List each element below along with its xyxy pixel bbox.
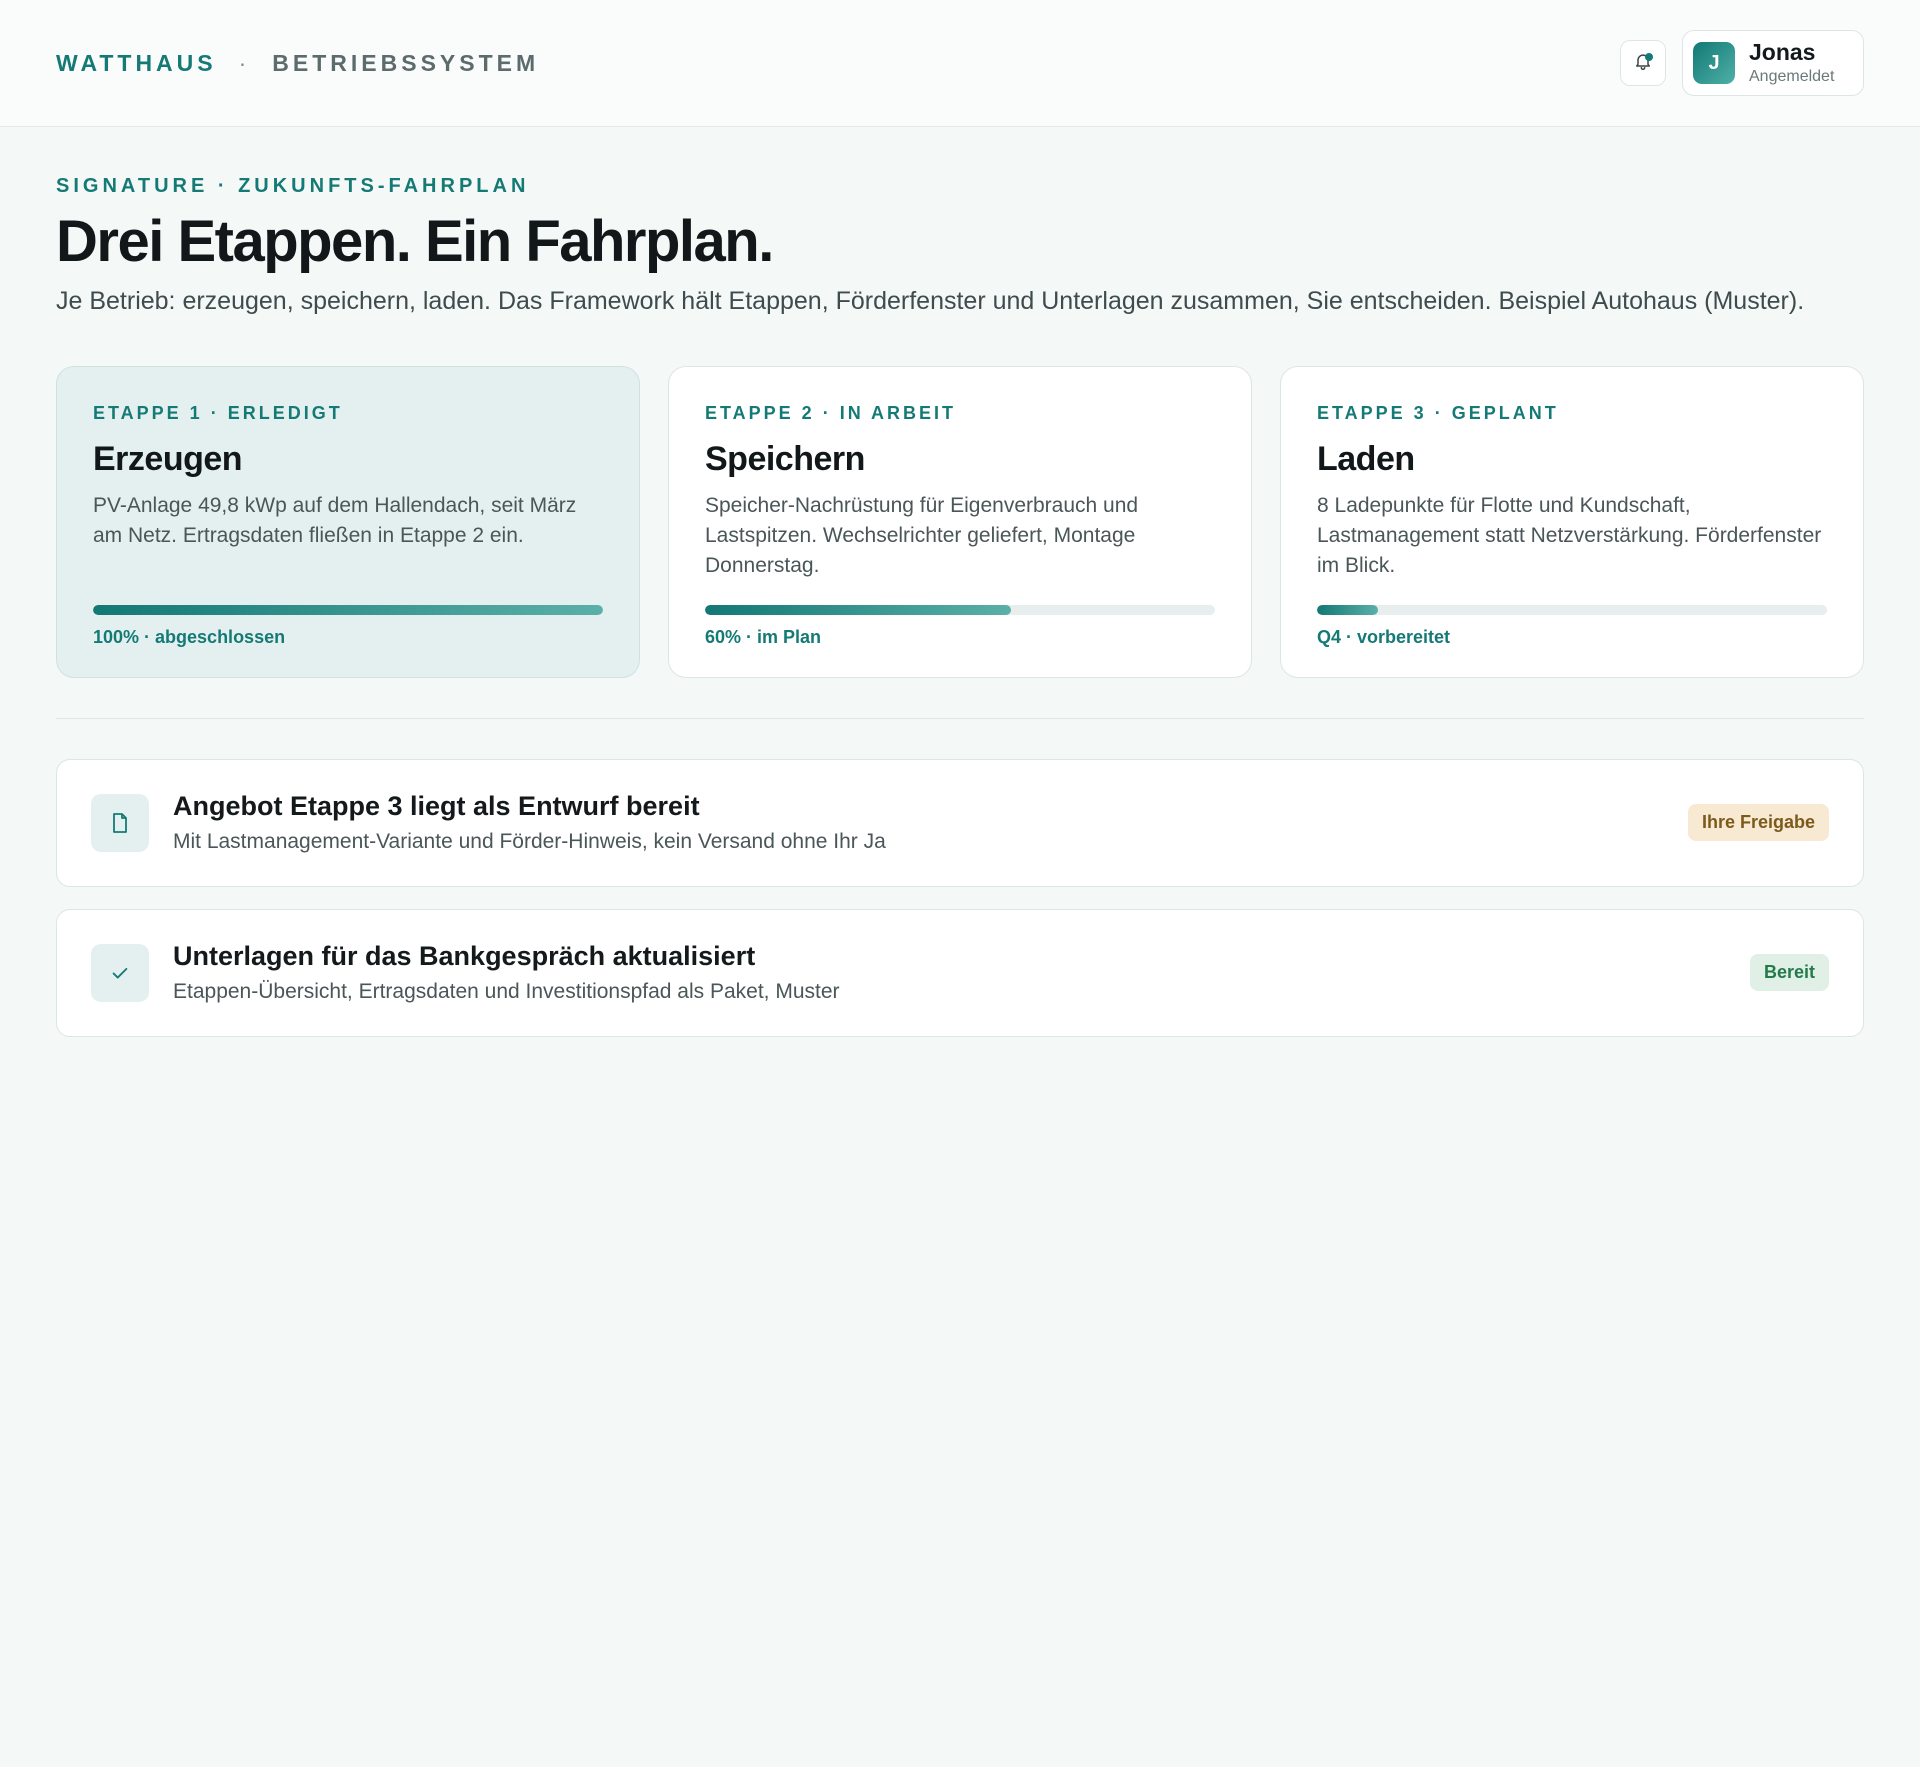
stage-description: 8 Ladepunkte für Flotte und Kundschaft, …	[1317, 493, 1822, 577]
document-icon	[91, 793, 149, 852]
status-badge: Bereit	[1749, 954, 1829, 992]
status-badge: Ihre Freigabe	[1687, 804, 1829, 842]
stage-progress-fill	[93, 604, 603, 615]
user-status: Angemeldet	[1749, 67, 1835, 85]
notification-dot	[1645, 53, 1653, 61]
stage-description: PV-Anlage 49,8 kWp auf dem Hallendach, s…	[93, 493, 577, 547]
stage-progress-label: Q4 · vorbereitet	[1317, 626, 1451, 647]
stage-progress-label: 100% · abgeschlossen	[93, 626, 286, 647]
page-title: Drei Etappen. Ein Fahrplan.	[56, 209, 774, 274]
stage-tag: ETAPPE 1 · ERLEDIGT	[93, 402, 343, 423]
stage-progress-fill	[1317, 604, 1379, 615]
task-subtitle: Mit Lastmanagement-Variante und Förder-H…	[173, 830, 886, 854]
task-bank-documents[interactable]: Unterlagen für das Bankgespräch aktualis…	[56, 908, 1864, 1037]
stage-card-erzeugen[interactable]: ETAPPE 1 · ERLEDIGT Erzeugen PV-Anlage 4…	[56, 365, 640, 678]
stage-progress-label: 60% · im Plan	[705, 626, 822, 647]
stage-card-laden[interactable]: ETAPPE 3 · GEPLANT Laden 8 Ladepunkte fü…	[1280, 365, 1864, 678]
header-actions: J Jonas Angemeldet	[1620, 30, 1864, 96]
stage-title: Speichern	[705, 439, 865, 478]
task-title: Unterlagen für das Bankgespräch aktualis…	[173, 941, 756, 972]
brand[interactable]: WATTHAUS · BETRIEBSSYSTEM	[56, 50, 539, 77]
stage-cards: ETAPPE 1 · ERLEDIGT Erzeugen PV-Anlage 4…	[56, 365, 1864, 678]
task-title: Angebot Etappe 3 liegt als Entwurf berei…	[173, 791, 700, 822]
stage-card-speichern[interactable]: ETAPPE 2 · IN ARBEIT Speichern Speicher-…	[668, 365, 1252, 678]
user-menu[interactable]: J Jonas Angemeldet	[1682, 30, 1864, 96]
notifications-button[interactable]	[1620, 40, 1666, 86]
brand-name: WATTHAUS	[56, 49, 217, 76]
task-subtitle: Etappen-Übersicht, Ertragsdaten und Inve…	[173, 980, 840, 1004]
top-bar: WATTHAUS · BETRIEBSSYSTEM J Jonas Angeme…	[0, 0, 1920, 127]
user-name: Jonas	[1749, 39, 1816, 66]
stage-progress-bar	[1317, 604, 1827, 615]
main-content: SIGNATURE · ZUKUNFTS-FAHRPLAN Drei Etapp…	[0, 175, 1920, 1037]
task-text: Angebot Etappe 3 liegt als Entwurf berei…	[173, 791, 1688, 854]
user-info: Jonas Angemeldet	[1749, 40, 1834, 85]
check-icon	[91, 943, 149, 1002]
stage-description: Speicher-Nachrüstung für Eigenverbrauch …	[705, 493, 1139, 577]
page-lead: Je Betrieb: erzeugen, speichern, laden. …	[56, 286, 1805, 315]
stage-progress-bar	[93, 604, 603, 615]
brand-subtitle: BETRIEBSSYSTEM	[272, 49, 540, 76]
stage-progress-fill	[705, 604, 1011, 615]
task-offer-draft[interactable]: Angebot Etappe 3 liegt als Entwurf berei…	[56, 758, 1864, 887]
page-eyebrow: SIGNATURE · ZUKUNFTS-FAHRPLAN	[56, 175, 530, 197]
stage-tag: ETAPPE 3 · GEPLANT	[1317, 402, 1559, 423]
stage-title: Laden	[1317, 439, 1415, 478]
stage-tag: ETAPPE 2 · IN ARBEIT	[705, 402, 957, 423]
brand-separator: ·	[238, 49, 251, 76]
stage-title: Erzeugen	[93, 439, 243, 478]
avatar: J	[1693, 42, 1735, 84]
task-text: Unterlagen für das Bankgespräch aktualis…	[173, 941, 1750, 1004]
stage-progress-bar	[705, 604, 1215, 615]
divider	[56, 717, 1864, 719]
